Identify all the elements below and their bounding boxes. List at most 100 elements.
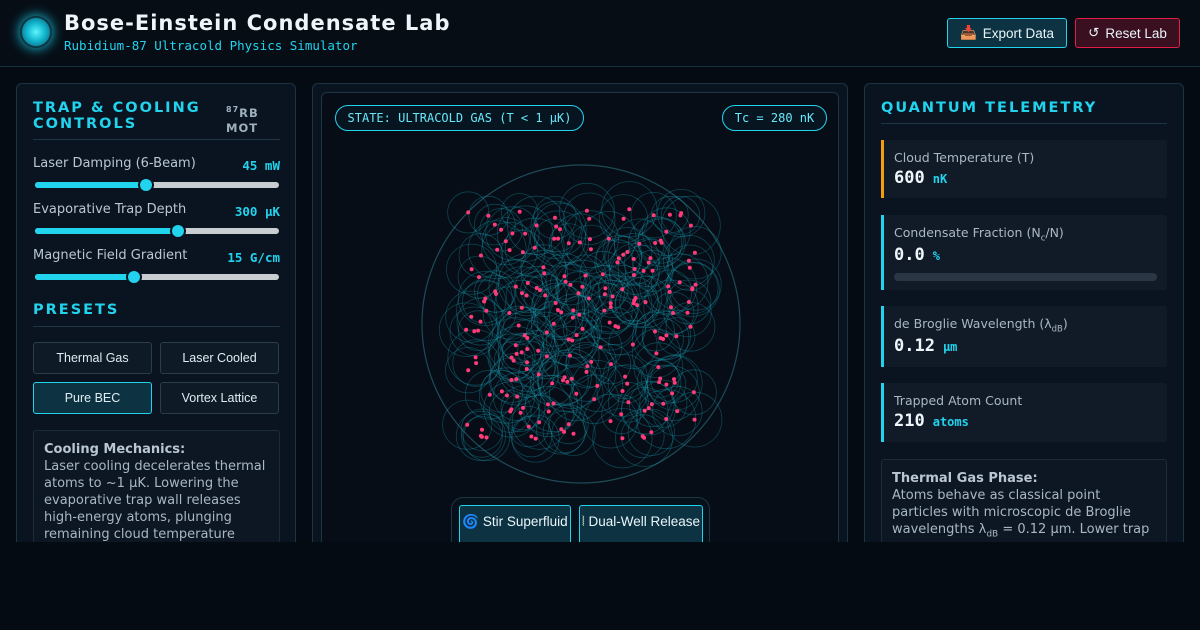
atom-particle	[484, 308, 489, 313]
atom-particle	[686, 258, 691, 263]
preset-pure-bec-button[interactable]: Pure BEC	[33, 382, 152, 414]
atom-particle	[607, 320, 612, 325]
atom-particle	[690, 286, 695, 291]
atom-particle	[469, 314, 474, 319]
atom-particle	[687, 265, 692, 270]
atom-count-unit: atoms	[932, 415, 969, 429]
atom-particle	[577, 312, 582, 317]
atom-particle	[571, 431, 576, 436]
atom-particle	[551, 401, 556, 406]
temperature-number: 600	[894, 168, 925, 188]
app-header: Bose-Einstein Condensate Lab Rubidium-87…	[0, 0, 1200, 67]
wavepacket-layer	[438, 181, 723, 469]
atom-particle	[561, 378, 565, 383]
atom-particle	[516, 323, 521, 328]
slider-thumb[interactable]	[138, 177, 155, 193]
atom-particle	[476, 328, 481, 333]
atom-particle	[559, 310, 564, 315]
atom-particle	[569, 376, 574, 381]
atom-particle	[643, 300, 648, 305]
preset-laser-cooled-button[interactable]: Laser Cooled	[160, 342, 279, 374]
atom-particle	[507, 248, 512, 253]
debroglie-wavelength-value: 0.12 μm	[894, 336, 957, 356]
atom-particle	[515, 394, 520, 399]
atom-particle	[649, 430, 654, 435]
laser-damping-slider[interactable]	[35, 177, 279, 193]
export-data-button[interactable]: 📥 Export Data	[947, 18, 1067, 48]
field-gradient-value: 15 G/cm	[227, 250, 280, 265]
atom-particle	[566, 241, 571, 246]
atom-particle	[570, 315, 575, 320]
atom-particle	[587, 216, 592, 221]
wavelength-label-pre: de Broglie Wavelength (λ	[894, 316, 1052, 331]
atom-particle	[613, 324, 618, 329]
critical-temp-badge: Tc = 280 nK	[722, 105, 827, 131]
atom-particle	[562, 274, 567, 279]
atom-particle	[529, 434, 534, 439]
rb-mot-tag: 87RB MOT	[226, 102, 259, 136]
phase-title: Thermal Gas Phase:	[892, 471, 1038, 486]
cloud-temperature-value: 600 nK	[894, 168, 947, 188]
field-gradient-slider[interactable]	[35, 269, 279, 285]
atom-particle	[552, 236, 557, 241]
cooling-mechanics-title: Cooling Mechanics:	[44, 442, 186, 457]
cloud-temperature-card: Cloud Temperature (T) 600 nK	[881, 140, 1167, 198]
atom-particle	[474, 361, 479, 366]
atom-particle	[525, 360, 529, 365]
atom-particle	[522, 333, 527, 338]
trap-depth-slider[interactable]	[35, 223, 279, 239]
atom-particle	[627, 207, 632, 212]
atom-particle	[524, 293, 529, 298]
atom-particle	[520, 291, 524, 296]
simulation-viewport[interactable]: STATE: ULTRACOLD GAS (T < 1 μK) Tc = 280…	[321, 92, 839, 552]
atom-particle	[509, 378, 514, 382]
atom-particle	[654, 351, 659, 356]
fraction-unit: %	[932, 249, 940, 263]
slider-thumb[interactable]	[169, 223, 186, 239]
condensate-fraction-card: Condensate Fraction (Nc/N) 0.0%	[881, 215, 1167, 290]
reset-lab-button[interactable]: ↺ Reset Lab	[1075, 18, 1180, 48]
atom-particle	[688, 223, 693, 228]
simulation-panel: STATE: ULTRACOLD GAS (T < 1 μK) Tc = 280…	[312, 83, 848, 553]
atom-particle	[492, 222, 497, 227]
atom-particle	[625, 250, 630, 254]
atom-particle	[543, 293, 548, 298]
page-bottom-blank	[0, 542, 1200, 630]
atom-particle	[533, 436, 538, 441]
atom-particle	[538, 288, 542, 293]
atom-particle	[487, 392, 492, 397]
atom-particle	[546, 402, 550, 407]
atom-particle	[671, 311, 676, 315]
atom-particle	[674, 334, 679, 339]
trap-depth-value: 300 μK	[234, 204, 280, 219]
atom-particle	[608, 419, 613, 424]
atom-particle	[635, 303, 640, 308]
atom-particle	[657, 380, 662, 385]
atom-particle	[570, 338, 575, 343]
preset-vortex-lattice-button[interactable]: Vortex Lattice	[160, 382, 279, 414]
atom-particle	[615, 260, 620, 265]
atom-particle	[482, 299, 487, 304]
atom-particle	[484, 435, 489, 440]
atom-count-card: Trapped Atom Count 210 atoms	[881, 383, 1167, 442]
temperature-unit: nK	[932, 172, 948, 186]
atom-particle	[677, 280, 682, 285]
atom-particle	[656, 365, 661, 370]
atom-particle	[664, 382, 669, 387]
atom-particle	[473, 355, 478, 360]
atom-particle	[511, 358, 516, 363]
app-subtitle: Rubidium-87 Ultracold Physics Simulator	[64, 38, 358, 53]
atom-particle	[672, 380, 677, 385]
atom-particle	[537, 420, 542, 425]
atom-particle	[574, 391, 579, 396]
atom-particle	[602, 292, 607, 297]
atom-particle	[541, 265, 546, 270]
cooling-mechanics-box: Cooling Mechanics: Laser cooling deceler…	[33, 430, 280, 552]
preset-thermal-gas-button[interactable]: Thermal Gas	[33, 342, 152, 374]
phase-description-box: Thermal Gas Phase: Atoms behave as class…	[881, 459, 1167, 552]
atom-particle	[667, 212, 672, 217]
fraction-number: 0.0	[894, 245, 925, 265]
slider-thumb[interactable]	[125, 269, 142, 285]
trap-controls-panel: TRAP & COOLING CONTROLS 87RB MOT Laser D…	[16, 83, 296, 553]
atom-particle	[606, 236, 611, 241]
